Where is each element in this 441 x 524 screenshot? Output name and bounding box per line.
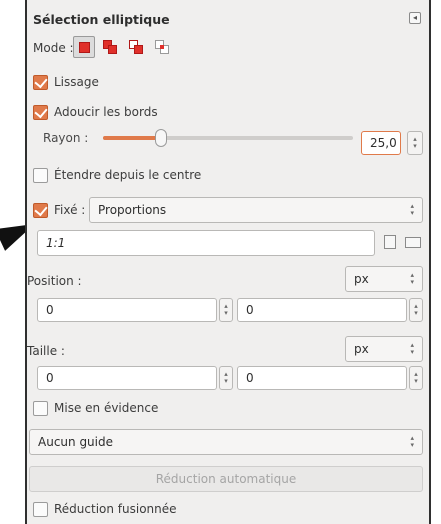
taille-unit-value: px xyxy=(354,342,369,356)
ratio-input[interactable]: 1:1 xyxy=(37,230,375,256)
guide-combo[interactable]: Aucun guide ▴ ▾ xyxy=(29,429,423,455)
mode-add-button[interactable] xyxy=(99,36,121,58)
mode-replace-icon xyxy=(78,41,90,53)
etendre-checkbox[interactable] xyxy=(33,168,48,183)
lissage-checkbox[interactable] xyxy=(33,75,48,90)
guide-combo-value: Aucun guide xyxy=(38,435,113,449)
combo-arrows-icon: ▴ ▾ xyxy=(410,271,414,286)
portrait-icon[interactable] xyxy=(384,235,396,249)
combo-arrows-icon: ▴ ▾ xyxy=(410,341,414,356)
adoucir-checkbox[interactable] xyxy=(33,105,48,120)
position-unit-combo[interactable]: px ▴ ▾ xyxy=(345,266,423,292)
taille-label: Taille : xyxy=(27,344,65,358)
landscape-icon[interactable] xyxy=(405,237,421,248)
taille-w-spinner[interactable]: ▴ ▾ xyxy=(219,366,233,390)
fixe-label: Fixé : xyxy=(54,203,86,217)
mode-label: Mode : xyxy=(33,41,74,55)
panel-title: Sélection elliptique xyxy=(33,12,170,27)
rayon-slider-fill xyxy=(103,136,162,140)
tool-options-panel: Sélection elliptique ◂ Mode : Lissage Ad… xyxy=(25,0,431,524)
taille-h-input[interactable]: 0 xyxy=(237,366,407,390)
position-unit-value: px xyxy=(354,272,369,286)
rayon-slider-handle[interactable] xyxy=(155,129,167,147)
adoucir-label: Adoucir les bords xyxy=(54,105,158,119)
mise-en-evidence-checkbox[interactable] xyxy=(33,401,48,416)
mode-add-icon xyxy=(103,40,117,54)
rayon-spinner[interactable]: ▴ ▾ xyxy=(407,131,423,155)
mise-en-evidence-label: Mise en évidence xyxy=(54,401,159,415)
lissage-label: Lissage xyxy=(54,75,99,89)
rayon-input[interactable]: 25,0 xyxy=(361,131,401,155)
etendre-label: Étendre depuis le centre xyxy=(54,168,202,182)
position-y-input[interactable]: 0 xyxy=(237,298,407,322)
auto-shrink-button[interactable]: Réduction automatique xyxy=(29,466,423,492)
taille-h-spinner[interactable]: ▴ ▾ xyxy=(409,366,423,390)
reduction-fusionnee-checkbox[interactable] xyxy=(33,502,48,517)
fixe-combo-value: Proportions xyxy=(98,203,167,217)
mode-subtract-icon xyxy=(129,40,143,54)
mode-replace-button[interactable] xyxy=(73,36,95,58)
position-y-spinner[interactable]: ▴ ▾ xyxy=(409,298,423,322)
rayon-label: Rayon : xyxy=(43,131,89,145)
position-label: Position : xyxy=(27,274,82,288)
mode-subtract-button[interactable] xyxy=(125,36,147,58)
position-x-input[interactable]: 0 xyxy=(37,298,217,322)
collapse-left-icon[interactable]: ◂ xyxy=(409,12,421,24)
combo-arrows-icon: ▴ ▾ xyxy=(410,434,414,449)
reduction-fusionnee-label: Réduction fusionnée xyxy=(54,502,177,516)
taille-w-input[interactable]: 0 xyxy=(37,366,217,390)
position-x-spinner[interactable]: ▴ ▾ xyxy=(219,298,233,322)
fixe-combo[interactable]: Proportions ▴ ▾ xyxy=(89,197,423,223)
fixe-checkbox[interactable] xyxy=(33,203,48,218)
taille-unit-combo[interactable]: px ▴ ▾ xyxy=(345,336,423,362)
combo-arrows-icon: ▴ ▾ xyxy=(410,202,414,217)
mode-intersect-button[interactable] xyxy=(151,36,173,58)
mode-intersect-icon xyxy=(155,40,169,54)
